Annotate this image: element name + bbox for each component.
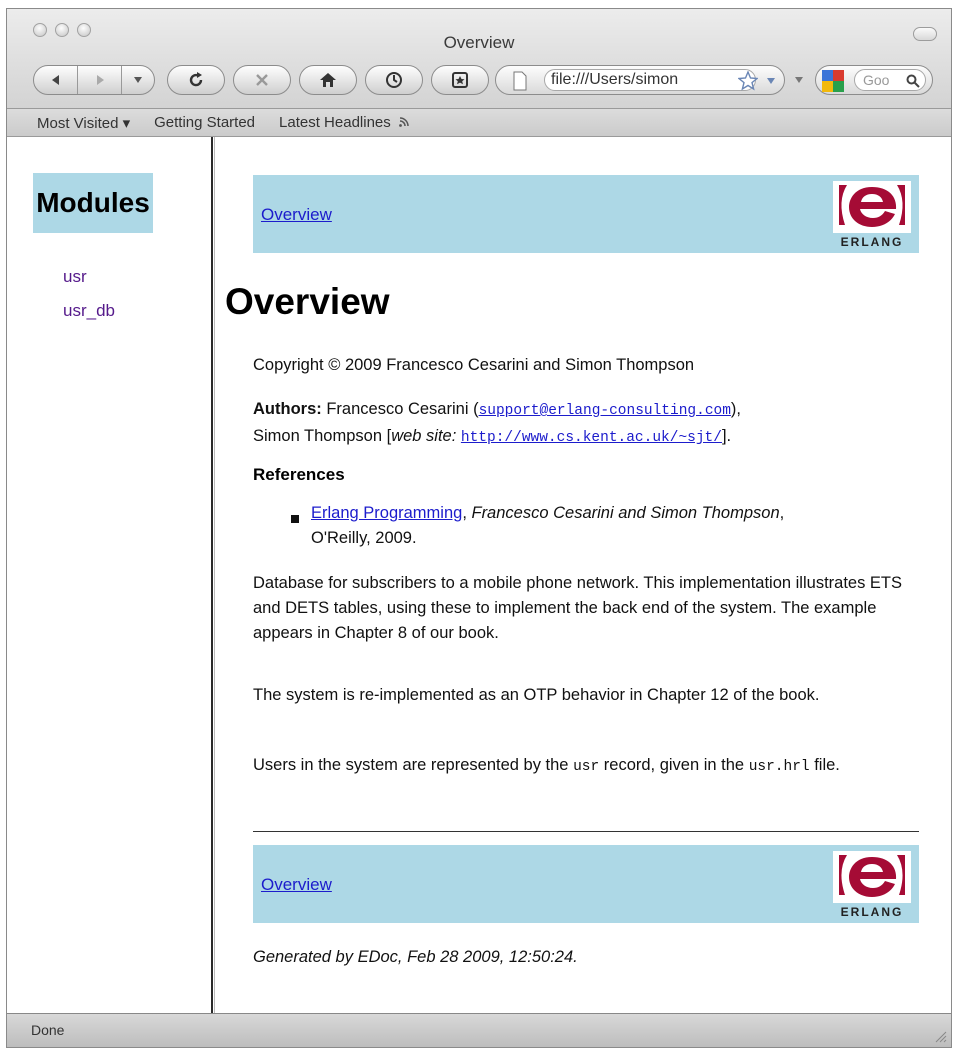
bookmark-latest-headlines[interactable]: Latest Headlines <box>279 114 410 131</box>
overview-frame: Overview ERLANG Overview Copyright © 200… <box>215 137 951 1013</box>
otp-paragraph: The system is re-implemented as an OTP b… <box>253 686 820 704</box>
clock-icon <box>386 72 402 88</box>
reference-publisher: O'Reilly, 2009. <box>311 529 417 547</box>
erlang-logo: ERLANG <box>833 851 911 919</box>
page-icon <box>513 71 527 91</box>
stop-button[interactable] <box>233 65 291 95</box>
chevron-down-icon[interactable] <box>795 77 803 83</box>
bullet-icon <box>291 515 299 523</box>
bookmarks-button[interactable] <box>431 65 489 95</box>
modules-frame: Modules usr usr_db <box>7 137 211 1013</box>
toolbar-toggle-button[interactable] <box>913 27 937 41</box>
bookmark-latest-headlines-label: Latest Headlines <box>279 114 391 131</box>
usr-hrl-code: usr.hrl <box>748 759 810 775</box>
references-heading: References <box>253 465 345 484</box>
search-icon[interactable] <box>906 74 920 88</box>
url-text: file:///Users/simon <box>551 71 679 88</box>
usr-code: usr <box>573 759 600 775</box>
status-bar: Done <box>7 1013 951 1047</box>
reload-icon <box>189 72 203 87</box>
reference-authors: Francesco Cesarini and Simon Thompson <box>471 504 780 522</box>
erlang-logo-text: ERLANG <box>840 235 904 249</box>
record-text-1: Users in the system are represented by t… <box>253 756 574 774</box>
author2-website-link[interactable]: http://www.cs.kent.ac.uk/~sjt/ <box>461 430 722 446</box>
author2-name: Simon Thompson <box>253 427 383 445</box>
status-text: Done <box>31 1022 65 1038</box>
search-placeholder: Goo <box>863 72 890 88</box>
record-text-3: file. <box>809 756 840 774</box>
address-bar: file:///Users/simon <box>495 65 785 95</box>
forward-icon <box>96 75 104 85</box>
author1-email-link[interactable]: support@erlang-consulting.com <box>479 403 731 419</box>
bookmarks-toolbar: Most Visited ▾ Getting Started Latest He… <box>7 109 951 137</box>
home-button[interactable] <box>299 65 357 95</box>
bookmark-icon <box>452 72 468 88</box>
star-icon[interactable] <box>738 71 758 91</box>
copyright-text: Copyright © 2009 Francesco Cesarini and … <box>253 356 695 374</box>
bookmark-getting-started[interactable]: Getting Started <box>154 114 255 131</box>
back-forward-group <box>33 65 155 95</box>
reference-book-link[interactable]: Erlang Programming <box>311 504 462 522</box>
reload-button[interactable] <box>167 65 225 95</box>
window-title: Overview <box>443 33 515 52</box>
reference-item: Erlang Programming, Francesco Cesarini a… <box>311 504 785 547</box>
history-button[interactable] <box>365 65 423 95</box>
erlang-logo-text: ERLANG <box>840 905 904 919</box>
browser-window: Overview file:///Users/simon Goo Most Vi… <box>6 8 952 1048</box>
record-text-2: record, given in the <box>599 756 749 774</box>
module-link-usr-db[interactable]: usr_db <box>63 301 115 321</box>
module-link-usr[interactable]: usr <box>63 267 87 287</box>
top-navbar: Overview ERLANG <box>253 175 919 253</box>
bottom-navbar: Overview ERLANG <box>253 845 919 923</box>
stop-icon <box>256 74 268 86</box>
home-icon <box>320 73 336 87</box>
bookmark-most-visited[interactable]: Most Visited ▾ <box>37 114 130 132</box>
page-content: Modules usr usr_db Overview ERLANG Overv… <box>7 137 951 1013</box>
author1-name: Francesco Cesarini <box>326 400 469 418</box>
erlang-logo: ERLANG <box>833 181 911 249</box>
history-dropdown-button[interactable] <box>122 66 154 94</box>
search-bar: Goo <box>815 65 933 95</box>
google-icon[interactable] <box>822 70 846 92</box>
back-button[interactable] <box>34 66 78 94</box>
authors-block: Authors: Francesco Cesarini (support@erl… <box>253 400 742 446</box>
nav-overview-link[interactable]: Overview <box>261 205 332 225</box>
browser-chrome: Overview file:///Users/simon Goo <box>7 9 951 109</box>
erlang-e-icon <box>833 181 911 233</box>
rss-icon <box>399 117 409 127</box>
chevron-down-icon <box>134 77 142 83</box>
back-icon <box>51 75 59 85</box>
authors-label: Authors: <box>253 400 322 418</box>
description-paragraph: Database for subscribers to a mobile pho… <box>253 574 903 642</box>
website-label: web site: <box>391 427 457 445</box>
forward-button[interactable] <box>78 66 122 94</box>
resize-grip-icon[interactable] <box>933 1029 947 1043</box>
chevron-down-icon[interactable] <box>766 77 776 85</box>
modules-heading: Modules <box>33 173 153 233</box>
erlang-e-icon <box>833 851 911 903</box>
separator <box>253 831 919 832</box>
record-paragraph: Users in the system are represented by t… <box>253 753 921 780</box>
generated-footer: Generated by EDoc, Feb 28 2009, 12:50:24… <box>253 948 578 966</box>
url-input[interactable]: file:///Users/simon <box>544 69 756 91</box>
page-title: Overview <box>225 281 390 322</box>
footer-nav-overview-link[interactable]: Overview <box>261 875 332 895</box>
